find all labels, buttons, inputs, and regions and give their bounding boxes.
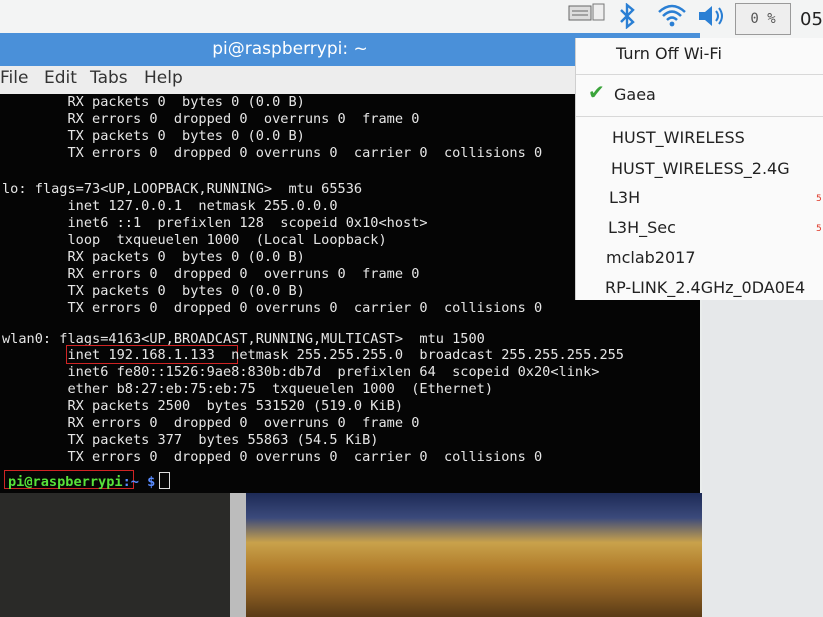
terminal-line: RX errors 0 dropped 0 overruns 0 frame 0	[2, 111, 420, 127]
terminal-line: RX packets 0 bytes 0 (0.0 B)	[2, 249, 305, 265]
wifi-network-item[interactable]: mclab2017	[576, 244, 823, 272]
wifi-network-item[interactable]: RP-LINK_2.4GHz_0DA0E4	[576, 274, 823, 302]
terminal-line: inet 127.0.0.1 netmask 255.0.0.0	[2, 198, 338, 214]
terminal-line: TX errors 0 dropped 0 overruns 0 carrier…	[2, 300, 543, 316]
menu-file[interactable]: File	[0, 68, 28, 88]
terminal-line: RX errors 0 dropped 0 overruns 0 frame 0	[2, 266, 420, 282]
menu-separator	[576, 74, 823, 75]
wifi-network-menu: Turn Off Wi-Fi ✔ Gaea HUST_WIRELESS HUST…	[575, 38, 823, 300]
terminal-line: TX packets 0 bytes 0 (0.0 B)	[2, 128, 305, 144]
wifi-network-item[interactable]: HUST_WIRELESS	[576, 124, 823, 152]
shell-prompt[interactable]: pi@raspberrypi:~ $	[8, 472, 171, 490]
terminal-line: ether b8:27:eb:75:eb:75 txqueuelen 1000 …	[2, 381, 494, 397]
terminal-line: TX packets 377 bytes 55863 (54.5 KiB)	[2, 432, 379, 448]
menu-edit[interactable]: Edit	[44, 68, 77, 88]
menu-separator	[576, 116, 823, 117]
terminal-line: RX errors 0 dropped 0 overruns 0 frame 0	[2, 415, 420, 431]
volume-icon[interactable]	[697, 4, 727, 28]
terminal-line: RX packets 2500 bytes 531520 (519.0 KiB)	[2, 398, 404, 414]
keyboard-icon[interactable]	[568, 2, 606, 24]
terminal-line: inet6 fe80::1526:9ae8:830b:db7d prefixle…	[2, 364, 600, 380]
wifi-network-label: mclab2017	[606, 248, 696, 267]
terminal-line: RX packets 0 bytes 0 (0.0 B)	[2, 94, 305, 110]
terminal-line: lo: flags=73<UP,LOOPBACK,RUNNING> mtu 65…	[2, 181, 363, 197]
terminal-line: inet6 ::1 prefixlen 128 scopeid 0x10<hos…	[2, 215, 428, 231]
turn-off-wifi-label: Turn Off Wi-Fi	[616, 44, 722, 63]
window-title: pi@raspberrypi: ~	[212, 39, 368, 59]
terminal-line: loop txqueuelen 1000 (Local Loopback)	[2, 232, 387, 248]
wifi-network-item[interactable]: L3H_Sec 5	[576, 214, 823, 242]
prompt-user: pi@raspberrypi	[8, 474, 123, 490]
wifi-network-item[interactable]: HUST_WIRELESS_2.4G	[576, 155, 823, 183]
text-cursor	[159, 472, 171, 489]
wifi-network-connected[interactable]: Gaea	[576, 81, 823, 109]
menu-help[interactable]: Help	[144, 68, 183, 88]
wifi-network-label: L3H	[609, 188, 641, 207]
wifi-network-label: RP-LINK_2.4GHz_0DA0E4	[605, 278, 806, 297]
signal-strength-icon: 5	[816, 194, 822, 204]
wifi-network-label: Gaea	[614, 85, 656, 104]
menu-tabs[interactable]: Tabs	[90, 68, 128, 88]
image-viewer-frame	[230, 493, 246, 617]
wifi-network-label: HUST_WIRELESS	[612, 128, 745, 147]
cpu-monitor[interactable]: 0 %	[735, 3, 791, 35]
desktop-background	[0, 493, 230, 617]
wifi-icon[interactable]	[656, 2, 688, 30]
landscape-photo	[246, 493, 702, 617]
turn-off-wifi-item[interactable]: Turn Off Wi-Fi	[576, 40, 823, 68]
wifi-network-label: HUST_WIRELESS_2.4G	[611, 159, 790, 178]
terminal-line: inet 192.168.1.133 netmask 255.255.255.0…	[2, 347, 624, 363]
terminal-line: TX errors 0 dropped 0 overruns 0 carrier…	[2, 145, 543, 161]
signal-strength-icon: 5	[816, 224, 822, 234]
clock[interactable]: 05:	[800, 9, 823, 30]
terminal-line: TX packets 0 bytes 0 (0.0 B)	[2, 283, 305, 299]
terminal-line: TX errors 0 dropped 0 overruns 0 carrier…	[2, 449, 543, 465]
wifi-network-item[interactable]: L3H 5	[576, 184, 823, 212]
wifi-network-label: L3H_Sec	[608, 218, 676, 237]
desktop-background-right	[702, 300, 823, 617]
prompt-path: :~ $	[122, 474, 156, 490]
bluetooth-icon[interactable]	[618, 3, 636, 29]
